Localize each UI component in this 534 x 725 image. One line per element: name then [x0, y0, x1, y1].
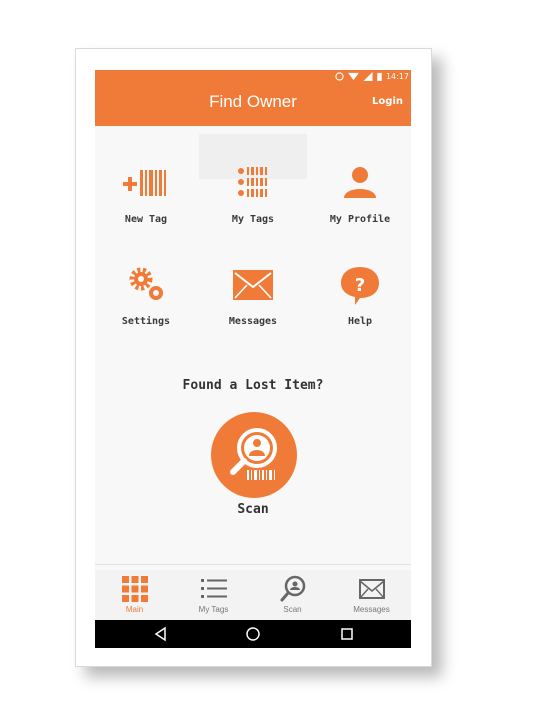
- svg-text:?: ?: [355, 275, 365, 296]
- tile-label: Help: [347, 316, 373, 327]
- app-header: 14:17 Find Owner Login: [95, 70, 411, 126]
- add-barcode-icon: [123, 170, 166, 196]
- signal-icon: [363, 71, 373, 81]
- bottom-tab-bar: Main My Tags Scan Messages: [95, 570, 411, 620]
- envelope-icon: [358, 579, 385, 599]
- status-time: 14:17: [385, 71, 409, 81]
- my-profile-tile[interactable]: My Profile: [315, 162, 405, 242]
- found-item-prompt: Found a Lost Item?: [182, 378, 324, 393]
- person-icon: [344, 167, 376, 198]
- help-bubble-icon: ?: [341, 267, 379, 305]
- wifi-icon: [348, 72, 359, 80]
- login-button[interactable]: Login: [372, 96, 403, 107]
- device-frame: 14:17 Find Owner Login New Tag My Tags M…: [75, 48, 432, 667]
- tab-messages[interactable]: Messages: [332, 570, 411, 620]
- tab-main[interactable]: Main: [95, 570, 174, 620]
- tile-label: New Tag: [124, 214, 168, 225]
- envelope-icon: [233, 270, 273, 300]
- my-tags-tile[interactable]: My Tags: [208, 162, 298, 242]
- tag-list-icon: [238, 167, 267, 197]
- status-bar: 14:17: [335, 70, 409, 82]
- help-tile[interactable]: ? Help: [315, 264, 405, 344]
- tab-my-tags[interactable]: My Tags: [174, 570, 253, 620]
- gears-icon: [129, 267, 163, 300]
- phone-screen: 14:17 Find Owner Login New Tag My Tags M…: [95, 70, 411, 648]
- alarm-icon: [335, 71, 344, 81]
- scan-search-icon: [280, 575, 305, 602]
- scan-search-icon: [230, 428, 277, 480]
- grid-icon: [121, 576, 148, 602]
- tab-label: Scan: [283, 605, 302, 614]
- tab-label: Messages: [353, 605, 390, 614]
- tab-label: My Tags: [198, 605, 229, 614]
- app-title: Find Owner: [209, 92, 297, 111]
- scan-button[interactable]: [211, 412, 297, 498]
- main-content: New Tag My Tags My Profile Settings Mess…: [95, 126, 411, 570]
- back-icon[interactable]: [153, 626, 169, 642]
- tabbar-divider: [95, 564, 411, 565]
- tab-label: Main: [125, 605, 144, 614]
- tile-label: My Profile: [329, 214, 391, 225]
- new-tag-tile[interactable]: New Tag: [101, 162, 191, 242]
- android-nav-bar: [95, 620, 411, 648]
- recents-icon[interactable]: [339, 626, 355, 642]
- home-icon[interactable]: [245, 626, 261, 642]
- battery-icon: [377, 72, 382, 81]
- tile-label: My Tags: [231, 214, 275, 225]
- list-icon: [200, 579, 227, 598]
- settings-tile[interactable]: Settings: [101, 264, 191, 344]
- tab-scan[interactable]: Scan: [253, 570, 332, 620]
- messages-tile[interactable]: Messages: [208, 264, 298, 344]
- scan-label: Scan: [237, 502, 269, 517]
- tile-label: Settings: [121, 316, 171, 327]
- tile-label: Messages: [228, 316, 278, 327]
